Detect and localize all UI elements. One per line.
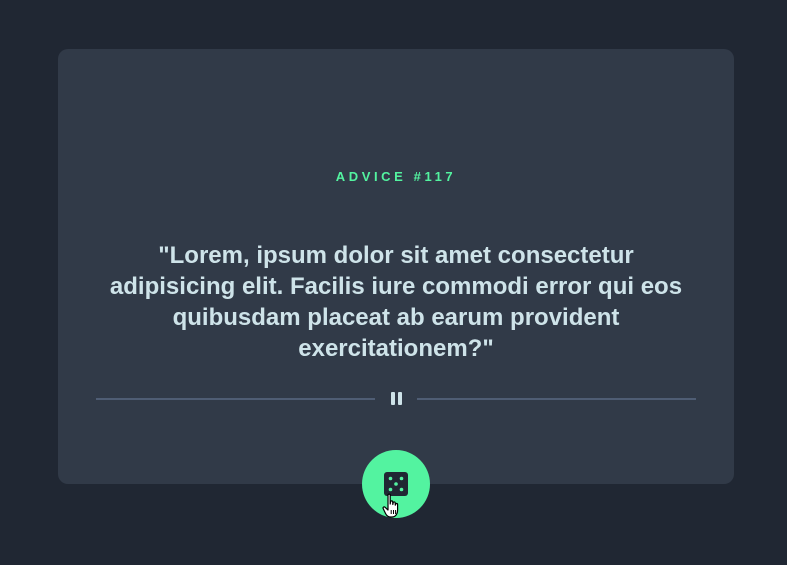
divider-line-right	[417, 398, 696, 400]
divider-line-left	[96, 398, 375, 400]
pause-icon	[391, 392, 403, 405]
page: ADVICE #117 "Lorem, ipsum dolor sit amet…	[0, 0, 787, 565]
hand-cursor-icon	[382, 493, 399, 518]
advice-quote: "Lorem, ipsum dolor sit amet consectetur…	[109, 242, 683, 362]
pattern-divider	[96, 388, 696, 410]
advice-card: ADVICE #117 "Lorem, ipsum dolor sit amet…	[58, 49, 734, 484]
advice-id-label: ADVICE #117	[335, 169, 457, 184]
